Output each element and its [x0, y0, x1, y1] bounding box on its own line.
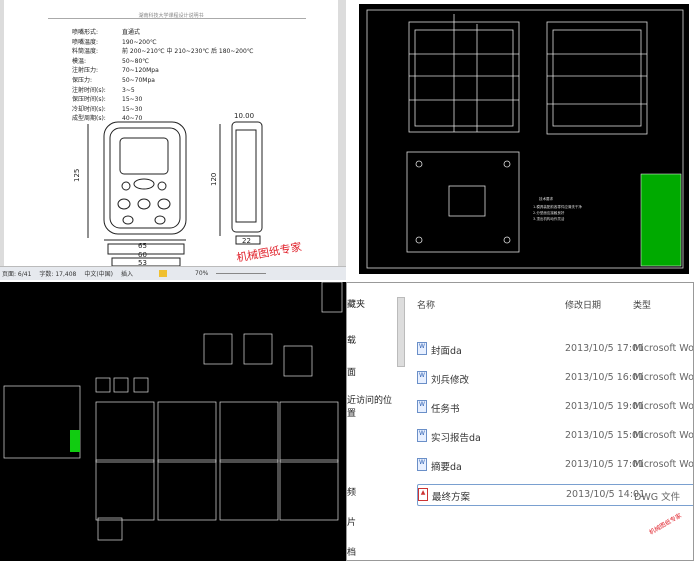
word-doc-icon: W	[417, 400, 427, 413]
drawing-sheet[interactable]	[95, 459, 155, 521]
file-row[interactable]: W 摘要da 2013/10/5 17:01 Microsoft Wor	[417, 455, 694, 477]
file-row[interactable]: W 任务书 2013/10/5 19:01 Microsoft Wor	[417, 397, 694, 419]
word-doc-icon: W	[417, 371, 427, 384]
file-row[interactable]: W 实习报告da 2013/10/5 15:01 Microsoft Wor	[417, 426, 694, 448]
svg-text:1.模具装配前各零件应清洗干净: 1.模具装配前各零件应清洗干净	[533, 204, 582, 209]
col-type[interactable]: 类型	[633, 298, 651, 311]
drawing-sheet[interactable]	[95, 401, 155, 463]
file-type: Microsoft Wor	[633, 401, 694, 412]
drawing-sheet[interactable]	[203, 333, 233, 365]
dim-125: 125	[73, 169, 81, 182]
document-page: 湖南科技大学课程设计说明书 喷嘴形式: 直通式 喷嘴温度: 190~200℃ 料筒温度:…	[4, 0, 338, 266]
file-name: 封面da	[431, 346, 462, 357]
drawing-sheet[interactable]	[3, 385, 81, 459]
file-type: Microsoft Wor	[633, 343, 694, 354]
drawing-sheet[interactable]	[279, 459, 339, 521]
drawing-sheet[interactable]	[219, 459, 279, 521]
page-count[interactable]: 页面: 6/41	[2, 269, 31, 278]
cad-layout-overview	[0, 282, 346, 561]
drawing-sheet[interactable]	[243, 333, 273, 365]
dim-120: 120	[210, 173, 218, 186]
cad-sheets	[3, 282, 343, 541]
drawing-sheet[interactable]	[95, 377, 111, 393]
file-type: DWG 文件	[634, 492, 681, 503]
title-block	[70, 430, 80, 452]
file-type: Microsoft Wor	[633, 372, 694, 383]
nav-item[interactable]: 载	[347, 333, 356, 346]
nav-item[interactable]: 藏夹	[347, 297, 365, 310]
file-explorer: 藏夹载面近访问的位置频片档 名称 修改日期 类型 W 封面da 2013/10/5 …	[346, 282, 694, 561]
file-type: Microsoft Wor	[633, 459, 694, 470]
svg-text:3.顶出机构动作灵活: 3.顶出机构动作灵活	[533, 216, 565, 221]
dim-10: 10.00	[234, 112, 254, 120]
watermark: 机械图纸专家	[648, 512, 683, 537]
svg-text:技术要求: 技术要求	[539, 196, 553, 201]
word-document-window: 湖南科技大学课程设计说明书 喷嘴形式: 直通式 喷嘴温度: 190~200℃ 料筒温度:…	[0, 0, 346, 280]
cad-drawing: 技术要求 1.模具装配前各零件应清洗干净2.分型面应接触良好3.顶出机构动作灵活	[359, 4, 689, 274]
drawing-sheet[interactable]	[113, 377, 129, 393]
drawing-sheet[interactable]	[219, 401, 279, 463]
drawing-sheet[interactable]	[133, 377, 149, 393]
word-doc-icon: W	[417, 458, 427, 471]
drawing-sheet[interactable]	[321, 282, 343, 313]
file-name: 摘要da	[431, 462, 462, 473]
file-name: 刘兵修改	[431, 375, 470, 386]
nav-item[interactable]: 频	[347, 485, 356, 498]
col-name[interactable]: 名称	[417, 298, 435, 311]
print-layout-icon[interactable]	[159, 270, 168, 277]
dim-60: 60	[138, 251, 147, 259]
nav-item[interactable]: 片	[347, 515, 356, 528]
drawing-sheet[interactable]	[157, 459, 217, 521]
word-count[interactable]: 字数: 17,408	[39, 269, 76, 278]
insert-mode[interactable]: 插入	[121, 269, 133, 278]
drawing-sheet[interactable]	[97, 517, 123, 541]
drawing-sheet[interactable]	[157, 401, 217, 463]
file-row[interactable]: ▲ 最终方案 2013/10/5 14:01 DWG 文件	[417, 484, 693, 506]
dwg-file-icon: ▲	[418, 488, 428, 501]
file-type: Microsoft Wor	[633, 430, 694, 441]
navigation-pane: 藏夹载面近访问的位置频片档	[347, 283, 397, 560]
language[interactable]: 中文(中国)	[84, 269, 113, 278]
svg-text:2.分型面应接触良好: 2.分型面应接触良好	[533, 210, 565, 215]
dim-22: 22	[242, 237, 251, 245]
col-date[interactable]: 修改日期	[565, 298, 601, 311]
status-bar: 页面: 6/41 字数: 17,408 中文(中国) 插入 70%	[0, 266, 346, 280]
word-doc-icon: W	[417, 342, 427, 355]
drawing-sheet[interactable]	[279, 401, 339, 463]
nav-scrollbar[interactable]	[397, 297, 405, 367]
file-name: 任务书	[431, 404, 460, 415]
dim-65: 65	[138, 242, 147, 250]
zoom-level[interactable]: 70%	[195, 270, 208, 277]
file-row[interactable]: W 刘兵修改 2013/10/5 16:01 Microsoft Wor	[417, 368, 694, 390]
word-doc-icon: W	[417, 429, 427, 442]
nav-item[interactable]: 近访问的位置	[347, 393, 397, 419]
nav-item[interactable]: 档	[347, 545, 356, 558]
nav-item[interactable]: 面	[347, 365, 356, 378]
part-drawing: 125 65 60 53 10.00 120 22	[73, 112, 263, 266]
drawing-sheet[interactable]	[283, 345, 313, 377]
file-name: 实习报告da	[431, 433, 481, 444]
mold-assembly-drawing: 技术要求 1.模具装配前各零件应清洗干净 2.分型面应接触良好 3.顶出机构动作灵活	[353, 0, 694, 278]
file-row[interactable]: W 封面da 2013/10/5 17:01 Microsoft Wor	[417, 339, 694, 361]
dim-53: 53	[138, 259, 147, 266]
zoom-slider[interactable]	[216, 273, 267, 274]
file-name: 最终方案	[432, 492, 471, 503]
